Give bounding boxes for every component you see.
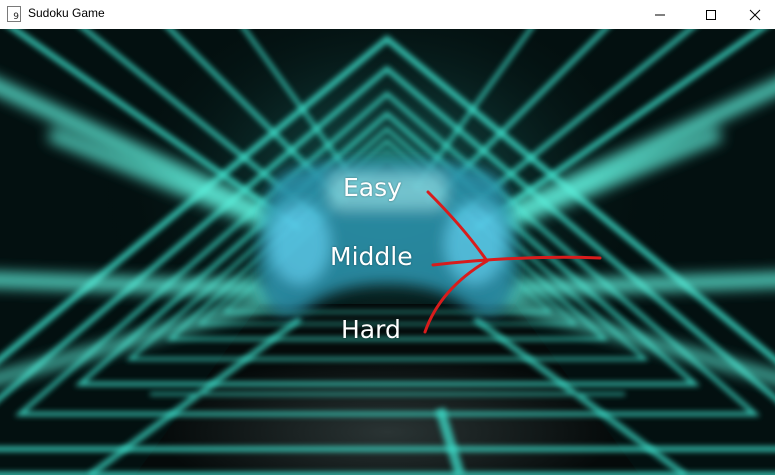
easy-button[interactable]: Easy bbox=[343, 173, 402, 202]
window-title: Sudoku Game bbox=[28, 6, 105, 20]
title-bar: 9 Sudoku Game bbox=[0, 0, 775, 29]
minimize-button[interactable] bbox=[637, 0, 683, 29]
hard-button[interactable]: Hard bbox=[341, 315, 401, 344]
maximize-button[interactable] bbox=[688, 0, 734, 29]
app-icon: 9 bbox=[7, 6, 21, 22]
close-button[interactable] bbox=[732, 0, 775, 29]
middle-button[interactable]: Middle bbox=[330, 242, 413, 271]
game-menu-screen: Easy Middle Hard bbox=[0, 29, 775, 475]
close-icon bbox=[749, 9, 761, 20]
app-icon-glyph: 9 bbox=[13, 12, 19, 22]
minimize-icon bbox=[655, 14, 665, 15]
maximize-icon bbox=[706, 9, 716, 20]
